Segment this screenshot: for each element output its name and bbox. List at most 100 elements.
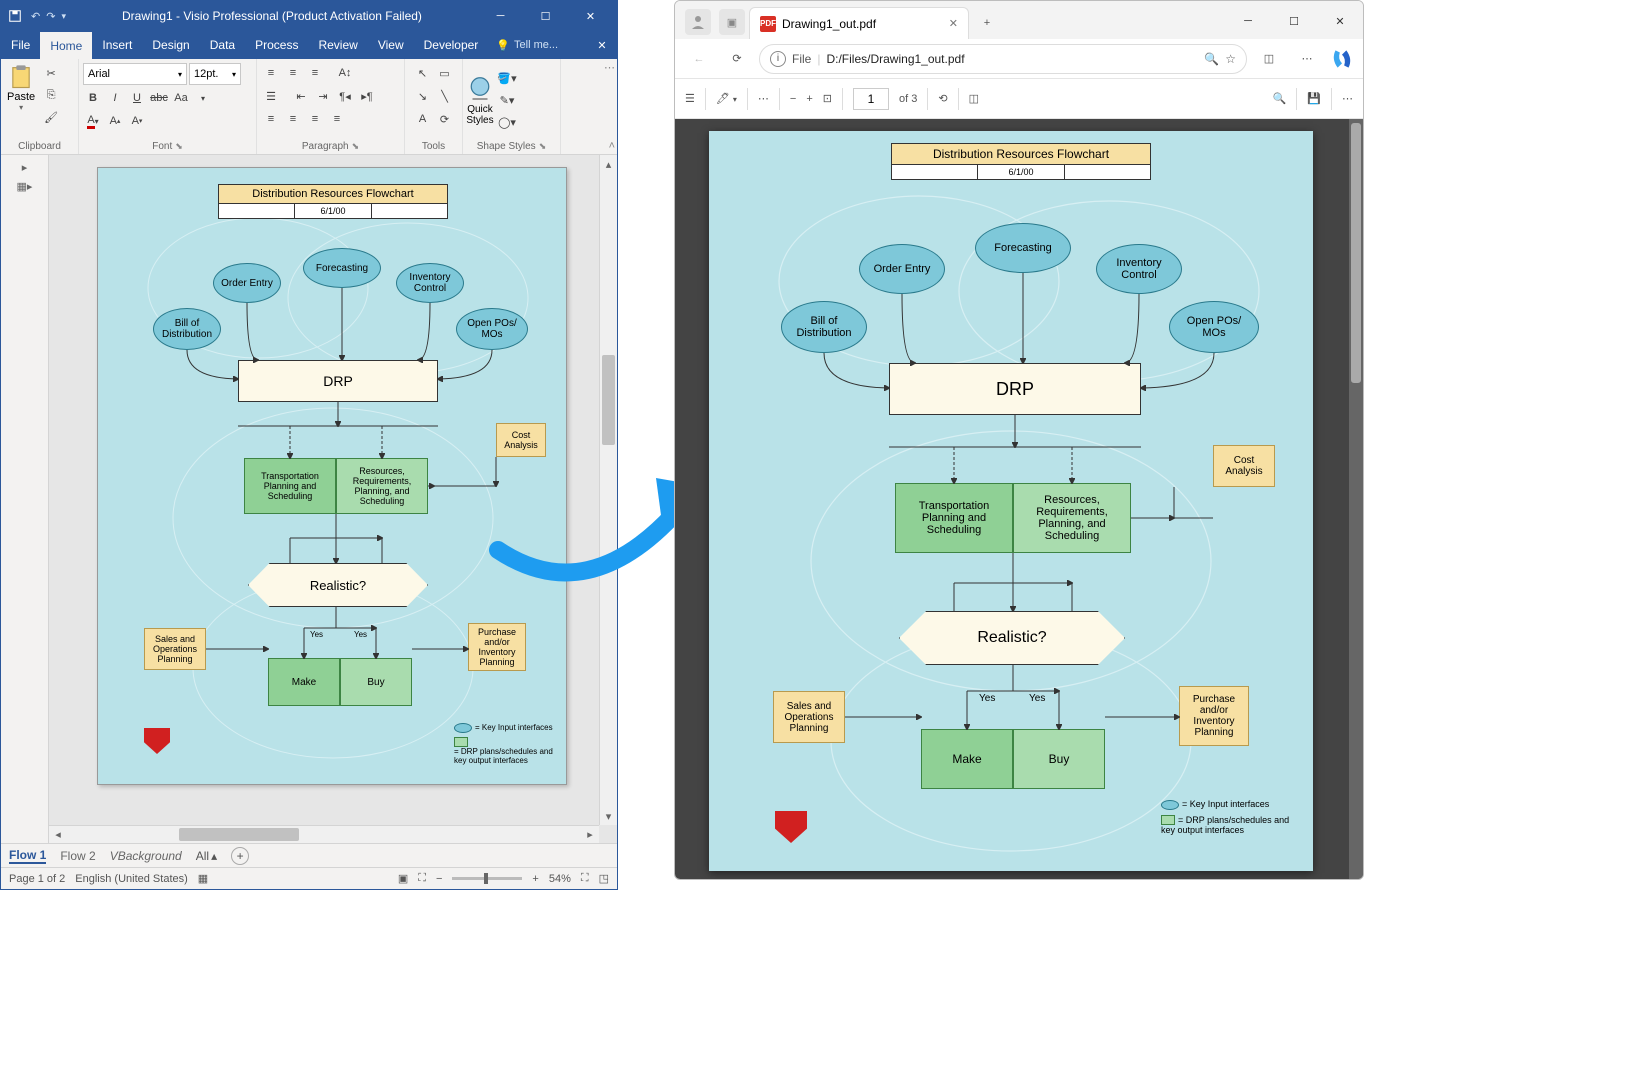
pdf-menu-icon[interactable]: ⋯: [1342, 92, 1353, 105]
rtl-icon[interactable]: ¶◂: [335, 86, 355, 106]
bullets-icon[interactable]: ☰: [261, 86, 281, 106]
justify-icon[interactable]: ≡: [327, 109, 347, 129]
fit-page-icon[interactable]: ⛶: [581, 872, 589, 885]
ribbon-more-icon[interactable]: ⋯: [604, 61, 615, 74]
grow-font-icon[interactable]: A▴: [105, 111, 125, 131]
align-bottom-icon[interactable]: ≡: [305, 63, 325, 83]
connector-icon[interactable]: ↘: [413, 86, 433, 106]
zoom-slider[interactable]: [452, 877, 522, 880]
align-middle-icon[interactable]: ≡: [283, 63, 303, 83]
rotate-tool-icon[interactable]: ⟳: [435, 109, 455, 129]
copilot-icon[interactable]: [1329, 46, 1355, 72]
line-tool-icon[interactable]: ╲: [435, 86, 455, 106]
pan-zoom-icon[interactable]: ◳: [599, 872, 609, 885]
tab-process[interactable]: Process: [245, 31, 308, 59]
tab-insert[interactable]: Insert: [92, 31, 142, 59]
back-button[interactable]: ←: [683, 43, 715, 75]
tab-developer[interactable]: Developer: [414, 31, 489, 59]
edge-minimize-button[interactable]: ─: [1225, 3, 1271, 39]
align-right-icon[interactable]: ≡: [305, 109, 325, 129]
copy-icon[interactable]: ⎘: [41, 85, 61, 105]
strike-icon[interactable]: abc: [149, 88, 169, 108]
highlight-icon[interactable]: ▾: [193, 88, 213, 108]
horizontal-scrollbar[interactable]: ◂▸: [49, 825, 599, 843]
workspaces-icon[interactable]: ▣: [719, 9, 745, 35]
rect-tool-icon[interactable]: ▭: [435, 63, 455, 83]
pdf-scrollbar[interactable]: [1349, 119, 1363, 879]
scroll-up-icon[interactable]: ▴: [600, 155, 617, 173]
fit-width-icon[interactable]: ⛶: [418, 872, 426, 885]
align-left-icon[interactable]: ≡: [261, 109, 281, 129]
tab-review[interactable]: Review: [308, 31, 367, 59]
hscroll-thumb[interactable]: [179, 828, 299, 841]
fill-icon[interactable]: 🪣▾: [497, 68, 517, 88]
browser-tab[interactable]: PDF Drawing1_out.pdf ✕: [749, 7, 969, 39]
orientation-icon[interactable]: A↕: [335, 63, 355, 83]
expand-shapes-icon[interactable]: ▸: [22, 161, 28, 174]
align-top-icon[interactable]: ≡: [261, 63, 281, 83]
page-tab-vbg[interactable]: VBackground: [110, 849, 182, 863]
ltr-icon[interactable]: ▸¶: [357, 86, 377, 106]
undo-icon[interactable]: ↶: [31, 10, 40, 23]
autosave-icon[interactable]: [5, 6, 25, 26]
scroll-right-icon[interactable]: ▸: [581, 826, 599, 843]
shapes-pane[interactable]: ▸ ▦▸: [1, 155, 49, 843]
page-tab-flow2[interactable]: Flow 2: [60, 849, 95, 863]
rotate-icon[interactable]: ⟲: [938, 92, 947, 105]
zoom-in-icon[interactable]: +: [532, 873, 538, 885]
page-view-icon[interactable]: ◫: [969, 92, 979, 105]
macro-icon[interactable]: ▦: [198, 872, 208, 885]
add-page-button[interactable]: +: [231, 847, 249, 865]
tab-close-icon[interactable]: ✕: [949, 17, 958, 30]
collapse-ribbon-icon[interactable]: ˄: [609, 140, 615, 152]
zoom-out-icon[interactable]: −: [436, 873, 442, 885]
effects-icon[interactable]: ◯▾: [497, 112, 517, 132]
zoom-out-pdf-icon[interactable]: −: [790, 93, 796, 105]
presentation-icon[interactable]: ▣: [398, 872, 408, 885]
refresh-button[interactable]: ⟳: [721, 43, 753, 75]
font-color-icon[interactable]: A▾: [83, 111, 103, 131]
text-tool-icon[interactable]: A: [413, 109, 433, 129]
align-center-icon[interactable]: ≡: [283, 109, 303, 129]
cut-icon[interactable]: ✂: [41, 63, 61, 83]
line-color-icon[interactable]: ✎▾: [497, 90, 517, 110]
italic-icon[interactable]: I: [105, 88, 125, 108]
find-icon[interactable]: 🔍: [1273, 92, 1287, 105]
font-launcher-icon[interactable]: ⬊: [175, 141, 183, 152]
redo-icon[interactable]: ↷: [46, 10, 55, 23]
close-button[interactable]: ✕: [568, 2, 613, 30]
site-info-icon[interactable]: i: [770, 51, 786, 67]
quick-styles-button[interactable]: Quick Styles: [465, 74, 495, 126]
language-indicator[interactable]: English (United States): [75, 873, 188, 885]
draw-icon[interactable]: 🖊 ▾: [716, 92, 737, 105]
favorite-icon[interactable]: ☆: [1225, 52, 1236, 66]
page-number-input[interactable]: [853, 88, 889, 110]
more-tools-icon[interactable]: ⋯: [758, 92, 769, 105]
shape-launcher-icon[interactable]: ⬊: [539, 141, 547, 152]
zoom-indicator-icon[interactable]: 🔍: [1204, 52, 1219, 66]
zoom-value[interactable]: 54%: [549, 873, 571, 885]
ribbon-close-button[interactable]: ✕: [587, 31, 617, 59]
bold-icon[interactable]: B: [83, 88, 103, 108]
tell-me[interactable]: 💡 Tell me...: [488, 31, 587, 59]
scroll-left-icon[interactable]: ◂: [49, 826, 67, 843]
page-tab-all[interactable]: All ▴: [196, 849, 217, 863]
profile-icon[interactable]: [685, 9, 711, 35]
minimize-button[interactable]: ─: [478, 2, 523, 30]
format-painter-icon[interactable]: 🖌: [41, 107, 61, 127]
maximize-button[interactable]: ☐: [523, 2, 568, 30]
paste-button[interactable]: Paste ▾: [3, 61, 39, 139]
shrink-font-icon[interactable]: A▾: [127, 111, 147, 131]
tab-home[interactable]: Home: [40, 31, 92, 59]
tab-data[interactable]: Data: [200, 31, 245, 59]
split-screen-icon[interactable]: ◫: [1253, 43, 1285, 75]
underline-icon[interactable]: U: [127, 88, 147, 108]
save-pdf-icon[interactable]: 💾: [1307, 92, 1321, 105]
tab-file[interactable]: File: [1, 31, 40, 59]
tab-design[interactable]: Design: [142, 31, 199, 59]
address-bar[interactable]: i File | D:/Files/Drawing1_out.pdf 🔍 ☆: [759, 44, 1247, 74]
fit-icon[interactable]: ⊡: [823, 92, 832, 105]
page-tab-flow1[interactable]: Flow 1: [9, 848, 46, 864]
indent-left-icon[interactable]: ⇤: [291, 86, 311, 106]
pdf-scroll-thumb[interactable]: [1351, 123, 1361, 383]
